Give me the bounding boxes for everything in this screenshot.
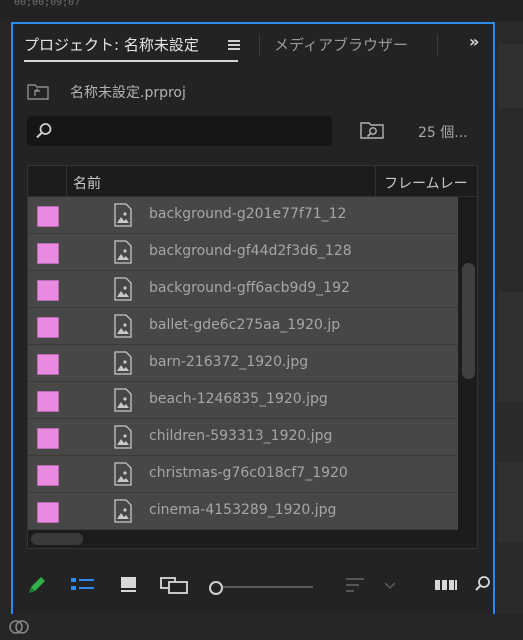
project-file-row: 名称未設定.prproj: [13, 76, 493, 104]
image-file-icon: [114, 351, 132, 375]
label-color-swatch: [37, 280, 59, 301]
list-item[interactable]: cinema-4153289_1920.jpg: [28, 493, 458, 530]
tab-divider: [259, 34, 260, 56]
sync-icon[interactable]: [8, 618, 30, 636]
label-color-swatch: [37, 354, 59, 375]
tab-divider: [437, 34, 438, 56]
label-color-swatch: [37, 465, 59, 486]
chevron-down-icon[interactable]: [383, 572, 397, 598]
list-item[interactable]: children-593313_1920.jpg: [28, 419, 458, 456]
label-color-swatch: [37, 243, 59, 264]
file-name: children-593313_1920.jpg: [149, 428, 333, 444]
item-count: 25 個...: [418, 125, 468, 141]
list-view-icon[interactable]: [69, 572, 97, 598]
image-file-icon: [114, 314, 132, 338]
label-color-swatch: [37, 317, 59, 338]
active-tab-underline: [24, 60, 238, 62]
zoom-slider[interactable]: [209, 581, 313, 595]
list-item[interactable]: beach-1246835_1920.jpg: [28, 382, 458, 419]
file-name: cinema-4153289_1920.jpg: [149, 502, 337, 518]
list-item[interactable]: background-gf44d2f3d6_128: [28, 234, 458, 271]
file-name: background-gf44d2f3d6_128: [149, 243, 352, 259]
vertical-scrollbar-thumb[interactable]: [462, 263, 475, 379]
label-color-swatch: [37, 502, 59, 523]
panel-menu-icon[interactable]: [228, 40, 240, 50]
horizontal-scrollbar[interactable]: [28, 530, 477, 548]
tab-media-browser[interactable]: メディアブラウザー: [274, 34, 408, 55]
zoom-slider-track: [219, 586, 313, 588]
status-bar: [0, 614, 523, 640]
list-header: 名前 フレームレー: [28, 166, 477, 197]
column-divider[interactable]: [375, 166, 376, 196]
right-panel-segment: [498, 44, 523, 108]
file-name: background-g201e77f71_12: [149, 206, 347, 222]
search-icon: [36, 123, 52, 139]
project-file-name: 名称未設定.prproj: [70, 85, 186, 101]
file-name: beach-1246835_1920.jpg: [149, 391, 328, 407]
file-name: background-gff6acb9d9_192: [149, 280, 350, 296]
sort-icon[interactable]: [343, 572, 369, 598]
panel-tab-bar: プロジェクト: 名称未設定 メディアブラウザー »: [13, 24, 493, 64]
zoom-slider-knob[interactable]: [209, 581, 223, 595]
list-item[interactable]: background-g201e77f71_12: [28, 197, 458, 234]
image-file-icon: [114, 277, 132, 301]
image-file-icon: [114, 425, 132, 449]
freeform-view-icon[interactable]: [159, 572, 191, 598]
tab-media-browser-label: メディアブラウザー: [274, 36, 408, 54]
search-input[interactable]: [27, 116, 332, 146]
list-item[interactable]: ballet-gde6c275aa_1920.jp: [28, 308, 458, 345]
list-item[interactable]: barn-216372_1920.jpg: [28, 345, 458, 382]
left-panel-edge: [0, 22, 11, 614]
automate-to-sequence-icon[interactable]: [433, 572, 459, 598]
project-panel: プロジェクト: 名称未設定 メディアブラウザー » 名称未設定.prproj 2…: [11, 22, 495, 616]
tab-project-label: プロジェクト: 名称未設定: [24, 36, 199, 54]
image-file-icon: [114, 499, 132, 523]
image-file-icon: [114, 203, 132, 227]
new-search-bin-icon[interactable]: [360, 120, 384, 140]
list-rows: background-g201e77f71_12 background-gf44…: [28, 197, 458, 530]
image-file-icon: [114, 462, 132, 486]
label-column-header[interactable]: [28, 166, 67, 196]
panel-bottom-toolbar: [13, 566, 493, 606]
label-color-swatch: [37, 428, 59, 449]
list-item[interactable]: background-gff6acb9d9_192: [28, 271, 458, 308]
top-strip: 00;00;09;07: [0, 0, 523, 22]
image-file-icon: [114, 388, 132, 412]
find-icon[interactable]: [475, 572, 491, 598]
vertical-scrollbar[interactable]: [462, 197, 475, 530]
image-file-icon: [114, 240, 132, 264]
tab-project[interactable]: プロジェクト: 名称未設定: [24, 34, 238, 62]
file-list: 名前 フレームレー background-g201e77f71_12 backg…: [27, 165, 478, 549]
horizontal-scrollbar-thumb[interactable]: [31, 533, 83, 545]
file-name: ballet-gde6c275aa_1920.jp: [149, 317, 341, 333]
pencil-icon[interactable]: [25, 572, 49, 598]
file-name: barn-216372_1920.jpg: [149, 354, 309, 370]
name-column-header[interactable]: 名前: [73, 173, 101, 193]
right-panel-segment: [498, 462, 523, 542]
label-color-swatch: [37, 391, 59, 412]
list-item[interactable]: christmas-g76c018cf7_1920: [28, 456, 458, 493]
tab-overflow-icon[interactable]: »: [469, 32, 479, 51]
right-panel-edge: [496, 22, 523, 614]
framerate-column-header[interactable]: フレームレー: [384, 173, 468, 193]
label-color-swatch: [37, 206, 59, 227]
project-bin-up-icon[interactable]: [27, 82, 49, 100]
right-panel-segment: [498, 292, 523, 402]
file-name: christmas-g76c018cf7_1920: [149, 465, 348, 481]
icon-view-icon[interactable]: [117, 572, 141, 598]
timecode: 00;00;09;07: [14, 0, 81, 8]
